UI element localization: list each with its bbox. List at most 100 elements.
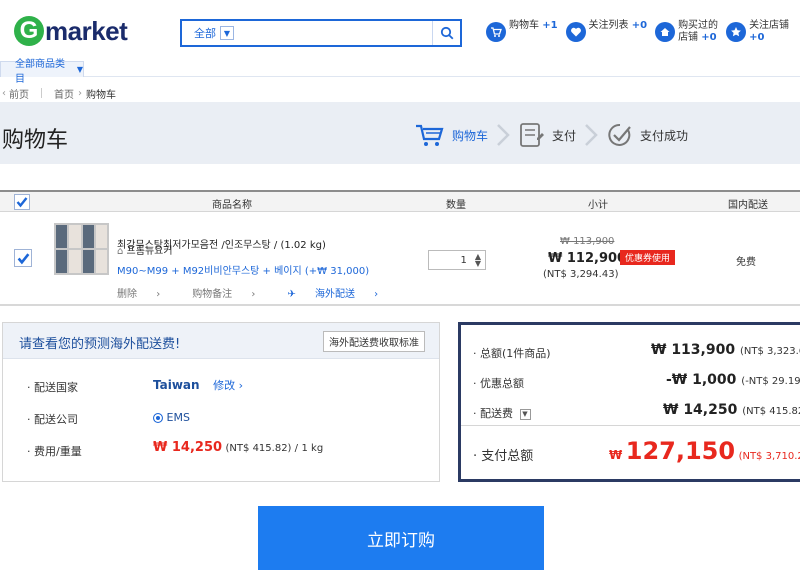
shipping-estimate-panel: 请查看您的预测海外配送费! 海外配送费收取标准 · 配送国家 Taiwan 修改… bbox=[2, 322, 440, 482]
discount-amount-value: -₩ 1,000 bbox=[666, 372, 737, 388]
home-icon bbox=[655, 22, 676, 42]
ship-country-value: Taiwan 修改 › bbox=[153, 377, 243, 393]
pay-total-label: · 支付总额 bbox=[473, 449, 534, 464]
header-cart-link[interactable]: 购物车 +1 bbox=[486, 20, 558, 44]
product-thumbnail[interactable] bbox=[54, 223, 109, 275]
purchase-note-label: 购物备注 bbox=[192, 289, 233, 300]
chevron-right-icon: › bbox=[156, 289, 161, 300]
ship-fee-label: · 费用/重量 bbox=[27, 445, 82, 458]
chevron-right-icon: › bbox=[374, 289, 379, 300]
header-cart-count: +1 bbox=[542, 20, 558, 31]
checkmark-icon bbox=[17, 252, 29, 264]
product-name[interactable]: 최강무스탕최저가모음전 /인조무스탕 / (1.02 kg) bbox=[117, 236, 326, 251]
header-purchased-count: +0 bbox=[701, 32, 717, 43]
logo-g-mark: G bbox=[14, 16, 44, 46]
header-wishlist-link[interactable]: 关注列表 +0 bbox=[565, 20, 647, 44]
payment-form-icon bbox=[520, 123, 545, 147]
step-arrow-icon bbox=[585, 124, 598, 146]
shipping-fee-label: · 配送费 bbox=[473, 407, 513, 420]
all-categories-button[interactable]: 全部商品类目 ▼ bbox=[0, 59, 84, 85]
total-ntd: (NT$ 3,323.61) bbox=[739, 346, 800, 357]
chevron-right-icon: › bbox=[251, 289, 256, 300]
ship-country-label: · 配送国家 bbox=[27, 381, 78, 394]
plane-icon: ✈ bbox=[287, 289, 296, 300]
search-input[interactable] bbox=[234, 21, 432, 45]
header-links: 购物车 +1 关注列表 +0 购买过的 店铺 +0 关注店铺 +0 bbox=[486, 20, 800, 44]
chevron-left-icon: ‹ bbox=[2, 87, 6, 99]
total-amount: ₩ 113,900 (NT$ 3,323.61) bbox=[651, 342, 800, 358]
discounted-price: ₩ 112,900 bbox=[548, 251, 627, 266]
checkmark-icon bbox=[16, 197, 28, 208]
step-payment: 支付 bbox=[518, 122, 576, 148]
overseas-shipping-link[interactable]: ✈ 海外配送 › bbox=[287, 285, 394, 300]
purchase-note-link[interactable]: 购物备注 › bbox=[192, 285, 271, 300]
gmarket-logo[interactable]: G market bbox=[14, 14, 128, 48]
shipping-standard-button[interactable]: 海外配送费收取标准 bbox=[323, 331, 425, 352]
quantity-stepper[interactable]: 1 ▲ ▼ bbox=[428, 250, 486, 270]
search-category-select[interactable]: 全部 ▼ bbox=[182, 21, 234, 45]
shipping-fee-ntd: (NT$ 415.82) bbox=[742, 406, 800, 417]
modify-label: 修改 bbox=[213, 379, 236, 392]
step-success-label: 支付成功 bbox=[640, 128, 689, 143]
header-followed-shops-link[interactable]: 关注店铺 +0 bbox=[726, 20, 789, 44]
step-cart: 购物车 bbox=[414, 122, 488, 148]
header-followed-count: +0 bbox=[749, 32, 765, 43]
item-checkbox[interactable] bbox=[14, 249, 32, 267]
page-title-band: 购物车 购物车 支付 支付成功 bbox=[0, 102, 800, 164]
ship-fee: ₩ 14,250 bbox=[153, 440, 223, 455]
delete-link[interactable]: 删除 › bbox=[117, 285, 176, 300]
discount-amount: -₩ 1,000 (-NT$ 29.19) bbox=[666, 372, 800, 388]
step-cart-label: 购物车 bbox=[452, 128, 489, 143]
ship-company-option[interactable]: EMS bbox=[153, 411, 190, 424]
price-ntd: (NT$ 3,294.43) bbox=[543, 269, 619, 280]
order-now-button[interactable]: 立即订购 bbox=[258, 506, 544, 570]
header-quantity: 数量 bbox=[446, 200, 466, 211]
breadcrumb-divider bbox=[41, 88, 42, 98]
product-option[interactable]: M90~M99 + M92비비안무스탕 + 베이지 (+₩ 31,000) bbox=[117, 262, 369, 277]
header-cart-label: 购物车 bbox=[509, 20, 539, 31]
ship-company-label: · 配送公司 bbox=[27, 413, 78, 426]
star-icon bbox=[726, 22, 747, 42]
total-label: · 总额(1件商品) bbox=[473, 347, 551, 360]
shipping-estimate-header: 请查看您的预测海外配送费! 海外配送费收取标准 bbox=[3, 323, 439, 359]
step-success: 支付成功 bbox=[606, 122, 688, 148]
shipping-fee-amount: ₩ 14,250 (NT$ 415.82) bbox=[663, 402, 800, 418]
check-circle-icon bbox=[608, 123, 631, 146]
chevron-right-icon: › bbox=[238, 379, 243, 392]
shipping-fee-value: ₩ 14,250 bbox=[663, 402, 738, 418]
pay-currency: ₩ bbox=[609, 448, 623, 462]
header-purchased-label: 购买过的 bbox=[678, 20, 719, 31]
logo-wordmark: market bbox=[45, 15, 128, 46]
search-category-label: 全部 bbox=[194, 27, 216, 40]
shipping-detail-toggle[interactable]: ▼ bbox=[519, 408, 531, 420]
modify-country-link[interactable]: 修改 › bbox=[213, 379, 243, 392]
header-purchased-shops-link[interactable]: 购买过的 店铺 +0 bbox=[655, 20, 718, 44]
breadcrumb-back[interactable]: 前页 bbox=[9, 86, 29, 101]
breadcrumb-home[interactable]: 首页 bbox=[54, 86, 74, 101]
coupon-badge[interactable]: 优惠券使用 bbox=[620, 250, 676, 265]
pay-total-amount: ₩ 127,150 (NT$ 3,710.25) bbox=[609, 437, 800, 465]
cart-icon bbox=[486, 22, 506, 42]
step-arrow-icon bbox=[497, 124, 510, 146]
search-icon bbox=[440, 26, 453, 40]
cart-icon bbox=[416, 124, 444, 146]
domestic-shipping-value: 免费 bbox=[736, 257, 756, 268]
search-button[interactable] bbox=[432, 21, 460, 45]
header-subtotal: 小计 bbox=[588, 200, 608, 211]
item-actions: 删除 › 购物备注 › ✈ 海外配送 › bbox=[117, 285, 410, 300]
radio-selected-icon bbox=[153, 413, 163, 423]
ship-weight: 1 kg bbox=[301, 443, 324, 454]
select-all-checkbox[interactable] bbox=[14, 194, 30, 210]
chevron-down-icon: ▼ bbox=[76, 65, 83, 74]
checkout-steps: 购物车 支付 支付成功 bbox=[414, 122, 688, 148]
stepper-arrows-icon[interactable]: ▲ ▼ bbox=[475, 253, 481, 268]
header-purchased-label-2: 店铺 bbox=[678, 32, 699, 43]
totals-divider bbox=[461, 425, 800, 426]
search-bar: 全部 ▼ bbox=[180, 19, 462, 47]
ship-company: EMS bbox=[166, 411, 190, 424]
discount-label: · 优惠总额 bbox=[473, 377, 524, 390]
category-bar: 全部商品类目 ▼ bbox=[0, 59, 800, 85]
delete-label: 删除 bbox=[117, 289, 137, 300]
header-product-name: 商品名称 bbox=[212, 200, 252, 211]
ship-country: Taiwan bbox=[153, 378, 200, 392]
